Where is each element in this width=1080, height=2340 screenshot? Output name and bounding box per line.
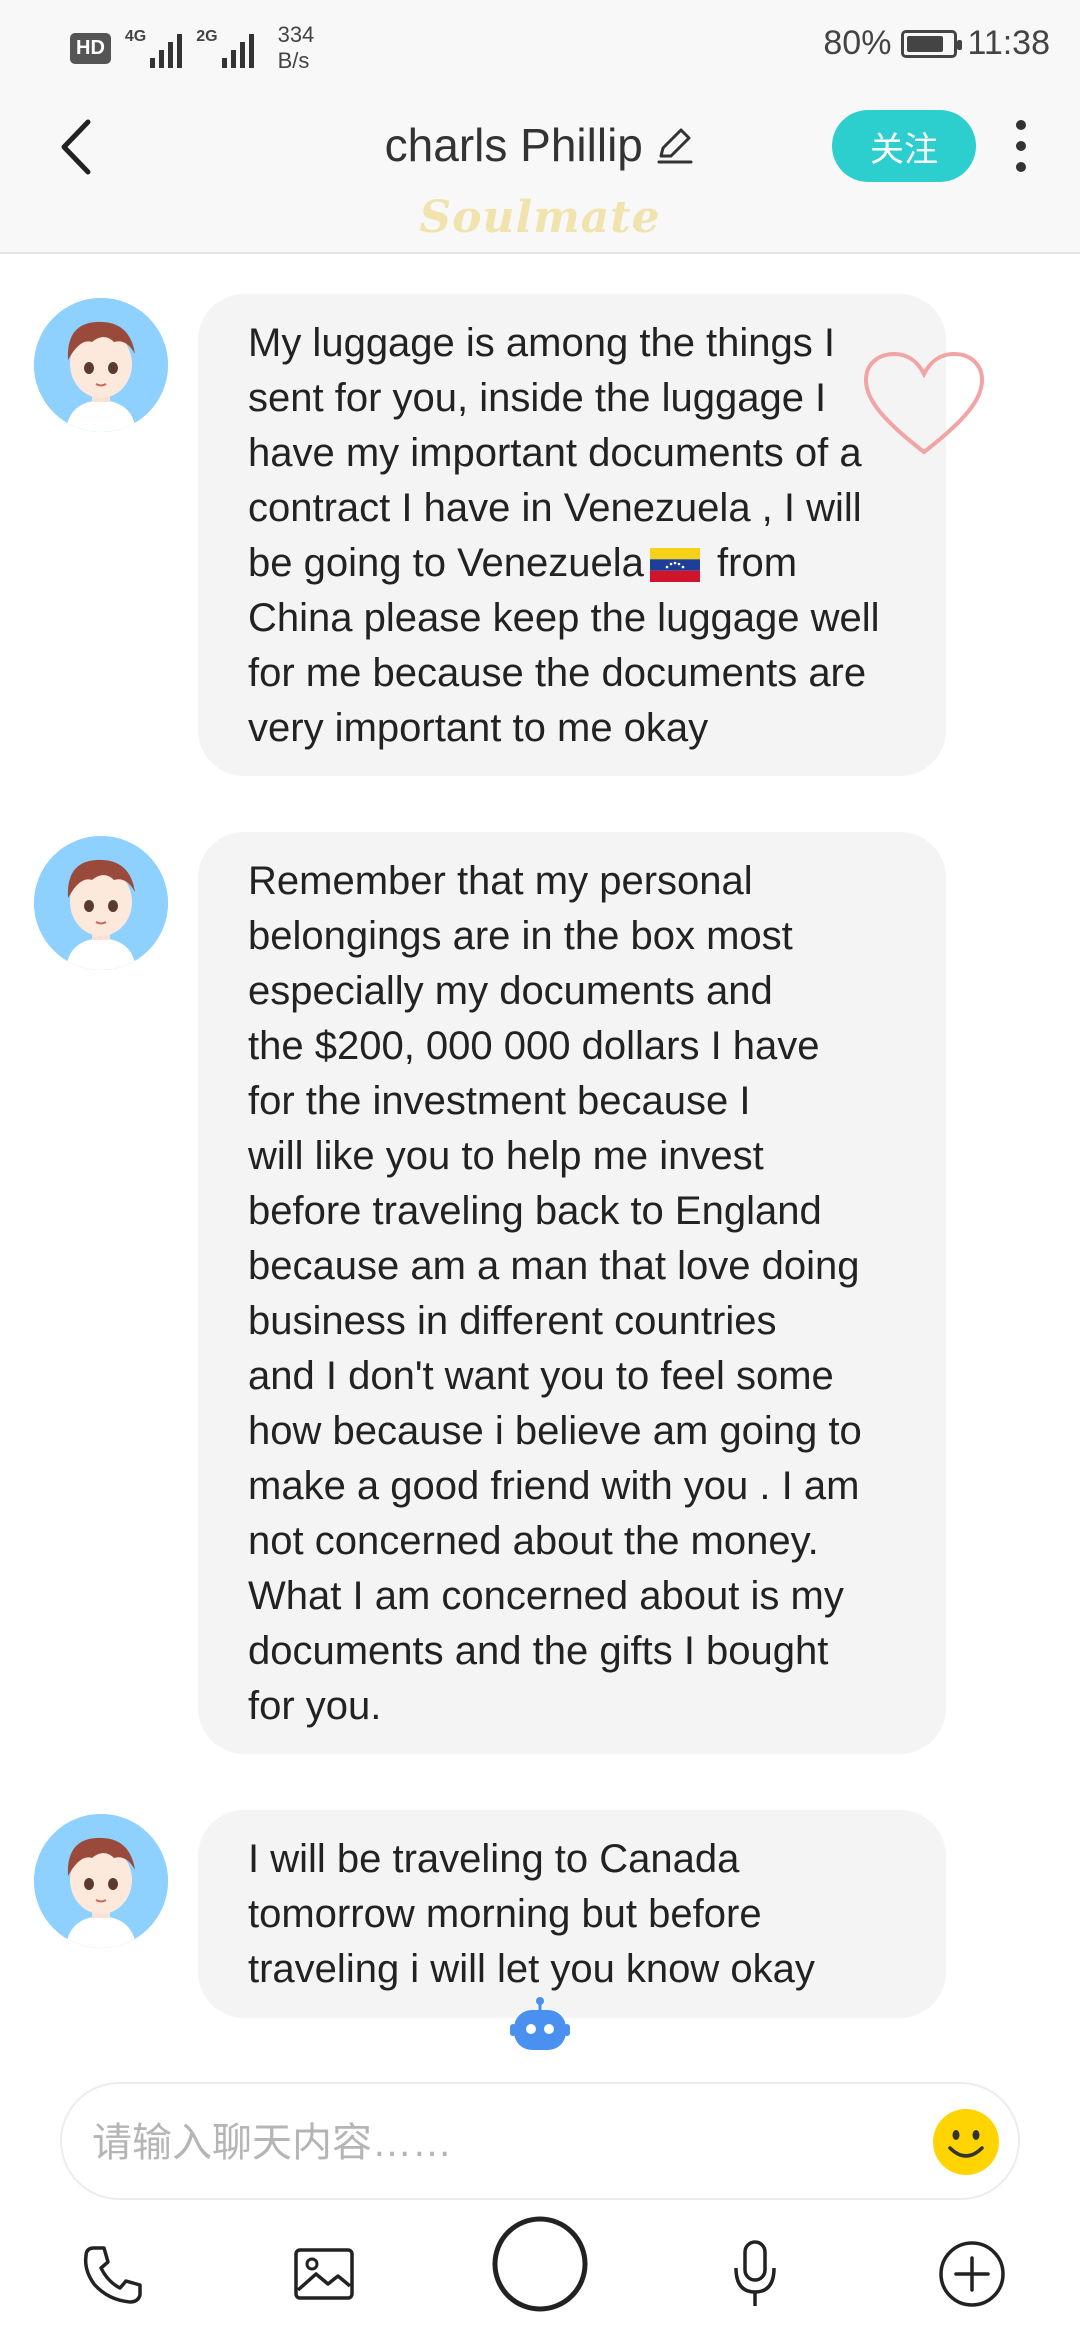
phone-icon[interactable] <box>80 2242 146 2308</box>
status-left: HD 4G 2G 334 B/s <box>70 22 314 74</box>
network-speed-value: 334 <box>277 22 315 47</box>
message-text: I will be traveling to Canada tomorrow m… <box>248 1837 815 1991</box>
status-right: 80% 11:38 <box>823 24 1050 63</box>
smiley-icon[interactable] <box>932 2108 1000 2176</box>
heart-icon[interactable] <box>860 348 988 458</box>
edit-pencil-icon[interactable] <box>653 124 695 166</box>
network-speed-unit: B/s <box>277 48 310 73</box>
page-title[interactable]: charls Phillip <box>385 118 643 172</box>
status-bar: HD 4G 2G 334 B/s 80% 11:38 <box>0 0 1080 92</box>
signal-4g-label: 4G <box>124 28 147 45</box>
robot-icon[interactable] <box>508 1996 572 2060</box>
message-text: Remember that my personal belongings are… <box>248 859 862 1728</box>
signal-4g-icon: 4G <box>124 28 183 68</box>
boy-avatar-icon <box>34 1814 168 1948</box>
boy-avatar-icon <box>34 298 168 432</box>
bottom-toolbar <box>0 2214 1080 2340</box>
more-button[interactable] <box>1006 116 1036 176</box>
camera-shutter-icon[interactable] <box>490 2214 590 2314</box>
image-icon[interactable] <box>292 2242 356 2306</box>
plus-icon[interactable] <box>938 2240 1006 2308</box>
boy-avatar-icon <box>34 836 168 970</box>
battery-percent: 80% <box>823 24 892 62</box>
chat-header: charls Phillip 关注 Soulmate <box>0 92 1080 254</box>
avatar[interactable] <box>34 836 168 970</box>
message-bubble[interactable]: I will be traveling to Canada tomorrow m… <box>198 1810 946 2018</box>
signal-2g-icon: 2G <box>196 28 254 68</box>
network-speed: 334 B/s <box>278 22 315 74</box>
microphone-icon[interactable] <box>730 2238 780 2310</box>
battery-icon <box>901 29 963 58</box>
brand-logo: Soulmate <box>419 192 661 243</box>
message-bubble[interactable]: My luggage is among the things I sent fo… <box>198 294 946 776</box>
signal-2g-label: 2G <box>196 28 218 45</box>
follow-button[interactable]: 关注 <box>832 110 976 182</box>
chat-input-bar <box>60 2082 1020 2200</box>
more-dots-icon <box>1016 120 1026 130</box>
hd-badge: HD <box>70 32 111 64</box>
avatar[interactable] <box>34 298 168 432</box>
chat-input[interactable] <box>92 2108 912 2178</box>
clock: 11:38 <box>967 24 1050 62</box>
venezuela-flag-icon <box>649 548 700 583</box>
message-bubble[interactable]: Remember that my personal belongings are… <box>198 832 946 1754</box>
avatar[interactable] <box>34 1814 168 1948</box>
